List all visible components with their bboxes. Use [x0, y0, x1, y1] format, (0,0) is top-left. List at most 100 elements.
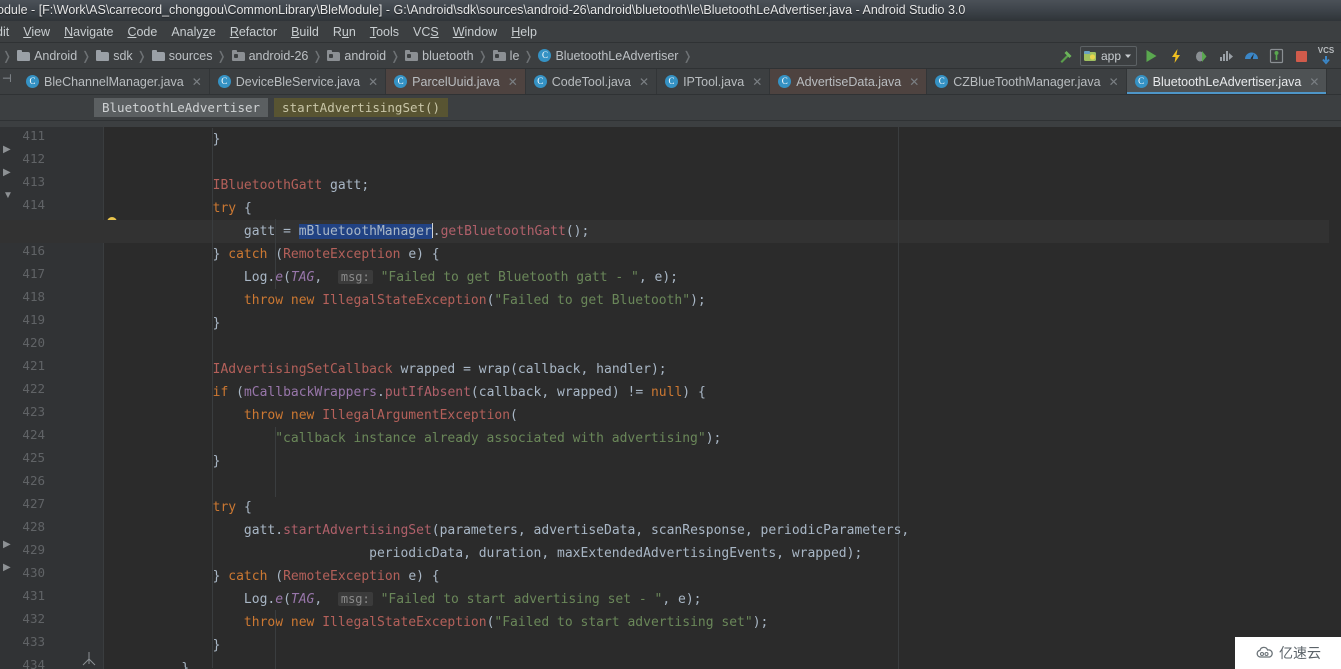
editor-tab-bar[interactable]: ⊣ C BleChannelManager.java ✕ C DeviceBleServ… — [0, 69, 1341, 95]
code-line[interactable]: try { — [150, 496, 252, 519]
code-line[interactable]: } catch (RemoteException e) { — [150, 243, 440, 266]
breadcrumb-method[interactable]: startAdvertisingSet() — [274, 98, 449, 117]
code-text-area[interactable]: } IBluetoothGatt gatt; try { gatt = mBlu… — [0, 127, 1341, 669]
breadcrumb-item-sdk[interactable]: ❭ sdk — [77, 49, 133, 63]
sdk-manager-icon[interactable] — [1265, 45, 1287, 67]
menu-item-refactor[interactable]: Refactor — [223, 21, 284, 42]
menu-item-build[interactable]: Build — [284, 21, 326, 42]
gutter-annotation-area[interactable] — [104, 127, 150, 669]
close-tab-icon[interactable]: ✕ — [368, 75, 378, 89]
folder-icon — [17, 50, 31, 61]
close-tab-icon[interactable]: ✕ — [508, 75, 518, 89]
breadcrumb-item-android-26[interactable]: ❭ android-26 — [213, 49, 309, 63]
debug-icon[interactable] — [1190, 45, 1212, 67]
code-line[interactable]: } — [150, 634, 221, 657]
stop-icon[interactable] — [1290, 45, 1312, 67]
breadcrumb-item-android[interactable]: ❭ android — [308, 49, 386, 63]
close-tab-icon[interactable]: ✕ — [639, 75, 649, 89]
code-line[interactable]: throw new IllegalStateException("Failed … — [150, 611, 768, 634]
editor-tab-blechannelmanager-java[interactable]: C BleChannelManager.java ✕ — [18, 69, 210, 94]
breadcrumb-item-label: android — [344, 48, 387, 63]
java-class-icon: C — [26, 75, 39, 88]
close-tab-icon[interactable]: ✕ — [192, 75, 202, 89]
menu-item-navigate[interactable]: Navigate — [57, 21, 120, 42]
code-line[interactable]: try { — [150, 197, 252, 220]
menu-item-run[interactable]: Run — [326, 21, 363, 42]
close-tab-icon[interactable]: ✕ — [1309, 75, 1319, 89]
line-number: 428 — [22, 519, 45, 534]
menu-item-dit[interactable]: dit — [0, 21, 16, 42]
menu-item-code[interactable]: Code — [120, 21, 164, 42]
menu-item-help[interactable]: Help — [504, 21, 544, 42]
code-line[interactable]: "callback instance already associated wi… — [150, 427, 721, 450]
android-studio-window: odule - [F:\Work\AS\carrecord_chonggou\C… — [0, 0, 1341, 669]
code-line[interactable]: Log.e(TAG, msg: "Failed to get Bluetooth… — [150, 266, 678, 289]
run-configuration-selector[interactable]: app — [1079, 46, 1137, 66]
breadcrumb[interactable]: ❭ Android ❭ sdk ❭ sources ❭ android-26 ❭ android ❭… — [0, 49, 698, 63]
breadcrumb-item-sources[interactable]: ❭ sources — [133, 49, 213, 63]
menu-item-tools[interactable]: Tools — [363, 21, 406, 42]
apply-changes-icon[interactable] — [1165, 45, 1187, 67]
menu-item-window[interactable]: Window — [446, 21, 504, 42]
menu-item-view[interactable]: View — [16, 21, 57, 42]
java-class-icon: C — [217, 75, 231, 88]
run-icon[interactable] — [1140, 45, 1162, 67]
code-line[interactable]: gatt.startAdvertisingSet(parameters, adv… — [150, 519, 909, 542]
editor-tab-bluetoothleadvertiser-java[interactable]: C BluetoothLeAdvertiser.java ✕ — [1126, 69, 1328, 94]
code-line[interactable]: IBluetoothGatt gatt; — [150, 174, 370, 197]
close-tab-icon[interactable]: ✕ — [909, 75, 919, 89]
line-number: 431 — [22, 588, 45, 603]
avd-manager-icon[interactable] — [1240, 45, 1262, 67]
close-tab-icon[interactable]: ✕ — [752, 75, 762, 89]
code-line[interactable]: Log.e(TAG, msg: "Failed to start adverti… — [150, 588, 702, 611]
breadcrumb-class[interactable]: BluetoothLeAdvertiser — [94, 98, 269, 117]
breadcrumb-item-android[interactable]: ❭ Android — [0, 49, 77, 63]
indent-guide — [275, 427, 276, 497]
breadcrumb-item-le[interactable]: ❭ le — [474, 49, 520, 63]
close-tab-icon[interactable]: ✕ — [1109, 75, 1119, 89]
main-toolbar[interactable]: app VCS — [1055, 43, 1337, 69]
code-line[interactable]: } — [150, 657, 189, 669]
code-line[interactable]: } — [150, 128, 221, 151]
build-hammer-icon[interactable] — [1055, 45, 1077, 67]
menu-item-analyze[interactable]: Analyze — [164, 21, 222, 42]
java-class-icon: C — [778, 75, 792, 88]
editor-tab-czbluetoothmanager-java[interactable]: C CZBlueToothManager.java ✕ — [927, 69, 1127, 94]
vcs-update-icon[interactable]: VCS — [1315, 45, 1337, 67]
editor-marker-strip[interactable] — [1329, 127, 1341, 669]
code-line[interactable]: } — [150, 312, 221, 335]
line-number-gutter[interactable]: 4114124134144154164174184194204214224234… — [18, 127, 104, 669]
menu-bar[interactable]: ditViewNavigateCodeAnalyzeRefactorBuildR… — [0, 21, 1341, 43]
code-line[interactable]: IAdvertisingSetCallback wrapped = wrap(c… — [150, 358, 667, 381]
breadcrumb-separator-icon: ❭ — [216, 48, 227, 63]
tab-list-overflow[interactable]: ⊣ — [0, 69, 18, 94]
profile-icon[interactable] — [1215, 45, 1237, 67]
breadcrumb-item-label: bluetooth — [422, 48, 474, 63]
editor-tab-advertisedata-java[interactable]: C AdvertiseData.java ✕ — [770, 69, 928, 94]
java-class-icon: C — [394, 75, 408, 88]
structure-breadcrumb[interactable]: BluetoothLeAdvertiser startAdvertisingSe… — [0, 95, 1341, 121]
code-line[interactable]: gatt = mBluetoothManager.getBluetoothGat… — [150, 220, 589, 243]
module-folder-icon — [405, 50, 419, 61]
code-line[interactable]: if (mCallbackWrappers.putIfAbsent(callba… — [150, 381, 706, 404]
breadcrumb-item-bluetooth[interactable]: ❭ bluetooth — [386, 49, 474, 63]
code-editor[interactable]: ▶ ▶ ▼ ▶ ▶ 411412413414415416417418419420… — [0, 127, 1341, 669]
menu-item-vcs[interactable]: VCS — [406, 21, 446, 42]
editor-tab-parceluuid-java[interactable]: C ParcelUuid.java ✕ — [386, 69, 526, 94]
editor-tab-devicebleservice-java[interactable]: C DeviceBleService.java ✕ — [209, 69, 387, 94]
line-number: 426 — [22, 473, 45, 488]
breadcrumb-item-bluetoothleadvertiser[interactable]: ❭ C BluetoothLeAdvertiser — [519, 49, 678, 63]
line-number: 421 — [22, 358, 45, 373]
editor-tab-iptool-java[interactable]: C IPTool.java ✕ — [657, 69, 771, 94]
code-line[interactable]: throw new IllegalArgumentException( — [150, 404, 518, 427]
breadcrumb-anchor-icon — [80, 652, 98, 666]
selected-token[interactable]: mBluetoothManager — [298, 224, 432, 239]
code-line[interactable]: throw new IllegalStateException("Failed … — [150, 289, 706, 312]
code-line[interactable]: } — [150, 450, 221, 473]
editor-tab-label: BluetoothLeAdvertiser.java — [1152, 74, 1302, 89]
code-line[interactable]: } catch (RemoteException e) { — [150, 565, 440, 588]
line-number: 429 — [22, 542, 45, 557]
editor-tab-codetool-java[interactable]: C CodeTool.java ✕ — [525, 69, 658, 94]
right-margin-guide — [898, 127, 899, 669]
code-line[interactable]: periodicData, duration, maxExtendedAdver… — [150, 542, 862, 565]
